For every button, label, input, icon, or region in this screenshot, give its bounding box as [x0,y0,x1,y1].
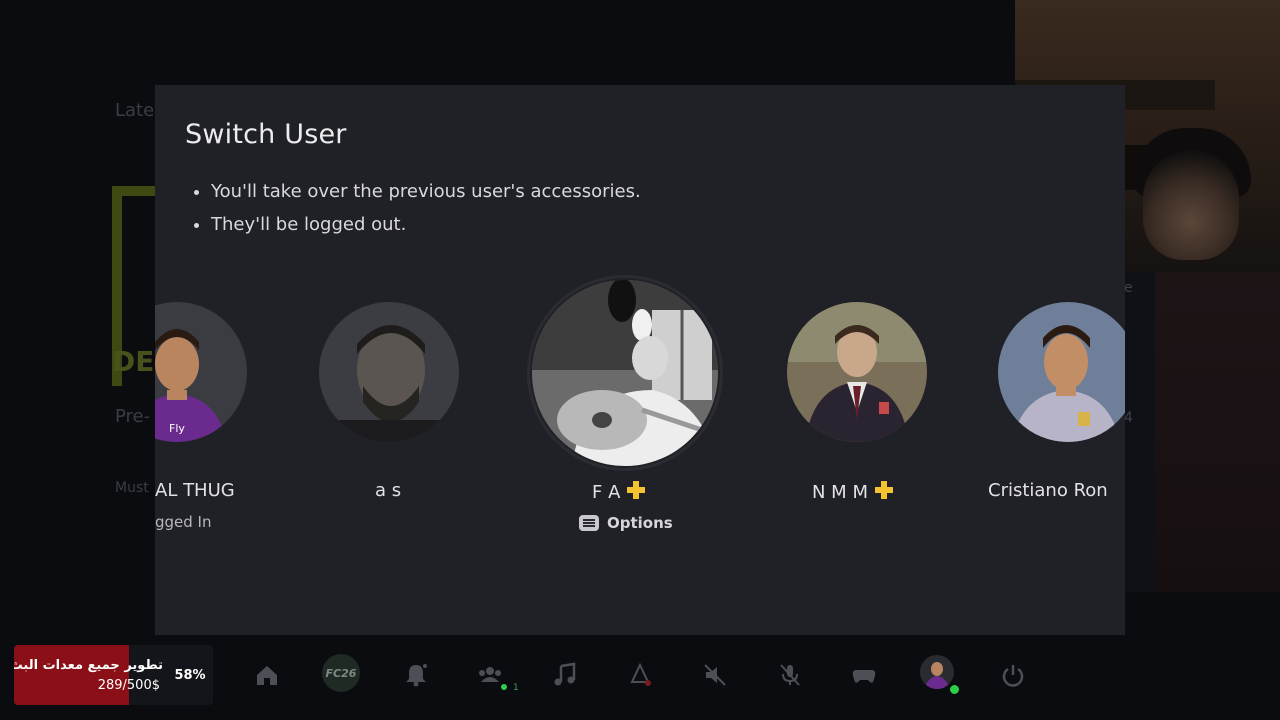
dialog-bullet: You'll take over the previous user's acc… [211,181,641,202]
donation-goal-widget: تطوير جميع معدات البث 289/500$ 58% [14,645,213,705]
mic-off-icon[interactable] [777,662,803,688]
music-icon[interactable] [552,662,578,688]
webcam-person-face [1143,150,1239,260]
cristiano-smiling-photo-icon [998,302,1125,442]
notification-icon[interactable] [403,662,429,688]
user-name: AL THUG [155,480,235,501]
boy-in-blazer-photo-icon [787,302,927,442]
background-text: e [1124,280,1133,296]
user-avatar-cristiano-ron[interactable] [998,302,1125,442]
bearded-man-photo-icon [319,302,459,442]
donation-amount: 289/500$ [97,678,160,693]
home-icon[interactable] [254,662,280,688]
accessibility-icon[interactable] [627,662,653,688]
user-avatar-n-m-m[interactable] [787,302,927,442]
online-status-dot [949,684,960,695]
user-name: Cristiano Ron [988,480,1108,501]
controller-icon[interactable] [851,662,877,688]
ps-plus-icon [874,481,893,499]
game-base-icon[interactable] [477,662,503,688]
user-name-row: F A [592,480,646,503]
donation-percent: 58% [174,667,206,683]
user-avatar-f-a[interactable] [532,280,718,466]
background-text: Late [115,100,155,121]
user-avatar-al-thug[interactable]: Fly [155,302,247,442]
party-online-dot [501,684,507,690]
profile-photo-icon [920,655,954,689]
background-logo-text: DE [112,345,155,378]
game-tile-fc26[interactable]: FC26 [322,654,360,692]
dialog-title: Switch User [185,119,347,150]
user-avatar-a-s[interactable] [319,302,459,442]
power-icon[interactable] [1000,662,1026,688]
background-text: 4 [1124,410,1133,426]
mute-icon[interactable] [702,662,728,688]
dialog-bullet-list: You'll take over the previous user's acc… [195,181,641,247]
background-text: Pre- [115,406,151,427]
user-status: gged In [155,513,212,531]
user-name: N M M [812,482,868,503]
ps-plus-icon [627,481,646,499]
party-count: 1 [513,683,519,693]
user-name-row: N M M [812,480,894,503]
dialog-bullet: They'll be logged out. [211,214,641,235]
oud-player-photo-icon [532,280,718,466]
user-name: F A [592,482,621,503]
background-panel [1125,272,1155,592]
options-button[interactable]: Options [579,514,673,532]
cristiano-madrid-photo-icon: Fly [155,302,247,442]
profile-avatar[interactable] [920,655,954,689]
donation-title: تطوير جميع معدات البث [14,658,163,673]
webcam-person-body [1155,272,1280,592]
background-text: Must [115,480,149,496]
options-label: Options [607,514,673,532]
switch-user-dialog: Switch User You'll take over the previou… [155,85,1125,635]
user-name: a s [375,480,402,501]
donation-progress-fill [14,645,130,705]
options-menu-icon [579,515,599,531]
svg-text:Fly: Fly [169,422,185,435]
